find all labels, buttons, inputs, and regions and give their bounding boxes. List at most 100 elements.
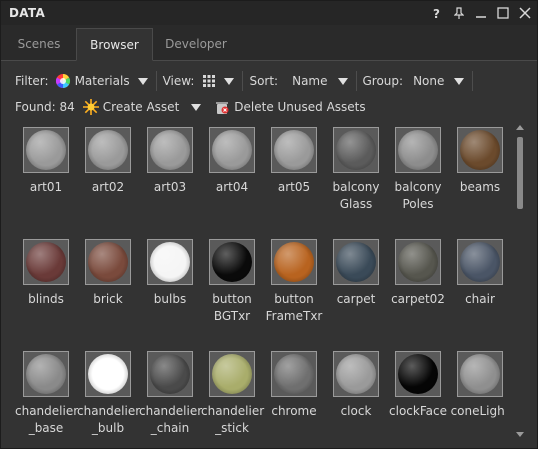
asset-tile[interactable]: balcony Poles: [387, 127, 449, 213]
material-thumbnail: [271, 351, 317, 397]
create-asset-label: Create Asset: [102, 100, 180, 114]
close-icon[interactable]: [517, 4, 533, 21]
divider: [155, 71, 157, 91]
asset-tile[interactable]: clockFace: [387, 351, 449, 420]
tab-scenes[interactable]: Scenes: [5, 28, 73, 61]
vertical-scrollbar[interactable]: [515, 123, 525, 439]
asset-tile[interactable]: carpet: [325, 239, 387, 308]
asset-tile[interactable]: bulbs: [139, 239, 201, 308]
material-sphere: [88, 130, 128, 170]
asset-tile[interactable]: chandelier _bulb: [77, 351, 141, 437]
scroll-up-icon[interactable]: [516, 125, 524, 130]
material-thumbnail: [147, 351, 193, 397]
help-icon[interactable]: ?: [429, 4, 445, 21]
asset-name: carpet: [336, 292, 376, 306]
asset-tile[interactable]: chrome: [263, 351, 325, 420]
material-thumbnail: [395, 239, 441, 285]
browser-toolbar: Filter: Materials View: Sort: Name Group…: [1, 61, 537, 121]
asset-tile[interactable]: button FrameTxr: [263, 239, 325, 325]
delete-unused-assets-button[interactable]: Delete Unused Assets: [215, 100, 366, 115]
grid-view-icon: [203, 75, 216, 87]
asset-tile[interactable]: button BGTxr: [201, 239, 263, 325]
filter-dropdown[interactable]: Materials: [55, 73, 148, 89]
create-asset-button[interactable]: Create Asset: [82, 99, 202, 115]
asset-tile[interactable]: art04: [201, 127, 263, 196]
material-sphere: [336, 130, 376, 170]
asset-tile[interactable]: chair: [449, 239, 505, 308]
scrollbar-thumb[interactable]: [517, 137, 523, 209]
tab-bar: Scenes Browser Developer: [1, 25, 537, 61]
title-bar[interactable]: DATA ?: [1, 1, 537, 25]
asset-tile[interactable]: chandelier _stick: [201, 351, 265, 437]
asset-name: balcony Glass: [332, 180, 380, 211]
material-thumbnail: [271, 127, 317, 173]
material-thumbnail: [457, 351, 503, 397]
view-label: View:: [162, 74, 195, 88]
material-thumbnail: [147, 239, 193, 285]
material-sphere: [150, 354, 190, 394]
asset-name: bulbs: [153, 292, 187, 306]
asset-tile[interactable]: chandelier _chain: [139, 351, 203, 437]
material-sphere: [460, 242, 500, 282]
sort-dropdown[interactable]: Name: [292, 74, 348, 88]
asset-name: blinds: [28, 292, 64, 306]
delete-unused-label: Delete Unused Assets: [234, 100, 366, 114]
group-label: Group:: [362, 74, 404, 88]
tab-developer[interactable]: Developer: [154, 28, 238, 61]
material-thumbnail: [85, 351, 131, 397]
divider: [472, 71, 474, 91]
asset-tile[interactable]: carpet02: [387, 239, 449, 308]
scroll-down-icon[interactable]: [516, 432, 524, 437]
material-thumbnail: [209, 351, 255, 397]
asset-name: clock: [340, 404, 372, 418]
asset-name: art03: [153, 180, 187, 194]
maximize-icon[interactable]: [495, 4, 511, 21]
material-thumbnail: [23, 239, 69, 285]
material-sphere: [150, 130, 190, 170]
minimize-icon[interactable]: [473, 4, 489, 21]
chevron-down-icon: [137, 77, 148, 85]
material-sphere: [336, 242, 376, 282]
asset-tile[interactable]: art03: [139, 127, 201, 196]
material-sphere: [212, 130, 252, 170]
material-sphere: [212, 242, 252, 282]
sort-label: Sort:: [249, 74, 279, 88]
asset-name: chandelier _stick: [201, 404, 265, 435]
asset-name: coneLight: [450, 404, 505, 418]
asset-name: brick: [93, 292, 123, 306]
material-thumbnail: [147, 127, 193, 173]
group-dropdown[interactable]: None: [413, 74, 465, 88]
sparkle-icon: [82, 99, 99, 115]
asset-tile[interactable]: clock: [325, 351, 387, 420]
asset-tile[interactable]: brick: [77, 239, 139, 308]
view-dropdown[interactable]: [202, 74, 235, 88]
asset-name: chandelier _chain: [139, 404, 203, 435]
material-sphere: [88, 242, 128, 282]
asset-tile[interactable]: beams: [449, 127, 505, 196]
asset-name: chandelier _bulb: [77, 404, 141, 435]
asset-tile[interactable]: art01: [15, 127, 77, 196]
tab-browser[interactable]: Browser: [76, 28, 153, 61]
asset-tile[interactable]: art02: [77, 127, 139, 196]
pin-icon[interactable]: [451, 4, 467, 21]
asset-name: balcony Poles: [394, 180, 442, 211]
material-thumbnail: [85, 239, 131, 285]
material-sphere: [26, 130, 66, 170]
asset-name: art02: [91, 180, 125, 194]
material-sphere: [274, 354, 314, 394]
asset-tile[interactable]: coneLight: [449, 351, 505, 420]
material-thumbnail: [23, 351, 69, 397]
asset-tile[interactable]: chandelier _base: [15, 351, 78, 437]
asset-name: button FrameTxr: [265, 292, 323, 323]
material-sphere: [460, 354, 500, 394]
asset-tile[interactable]: blinds: [15, 239, 77, 308]
material-sphere: [212, 354, 252, 394]
asset-tile[interactable]: art05: [263, 127, 325, 196]
asset-name: art01: [29, 180, 63, 194]
window-title: DATA: [9, 6, 46, 20]
asset-tile[interactable]: balcony Glass: [325, 127, 387, 213]
material-thumbnail: [457, 127, 503, 173]
filter-label: Filter:: [15, 74, 49, 88]
chevron-down-icon: [337, 77, 348, 85]
divider: [242, 71, 244, 91]
